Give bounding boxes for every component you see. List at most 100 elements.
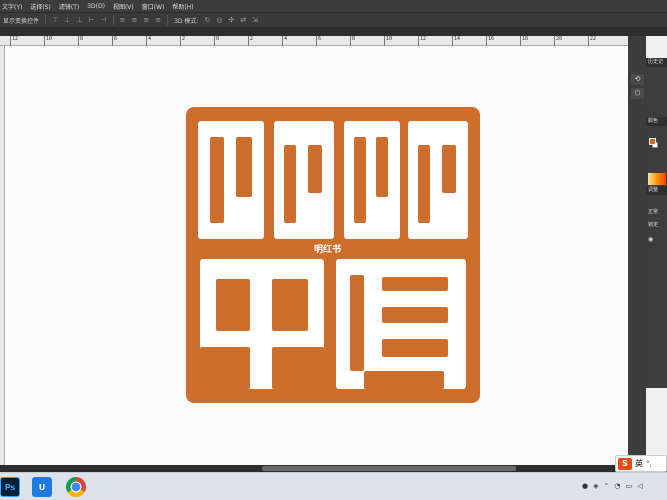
menu-bar: 文字(Y) 选择(S) 滤镜(T) 3D(D) 视图(V) 窗口(W) 帮助(H…: [0, 0, 667, 12]
menu-item-select[interactable]: 选择(S): [30, 2, 51, 11]
drag-3d-icon[interactable]: ✣: [228, 16, 234, 24]
show-transform-label[interactable]: 显示变换控件: [3, 16, 39, 25]
ruler-tick-label: 12: [9, 36, 19, 46]
seal-artwork[interactable]: 明红书: [186, 107, 480, 403]
ruler-tick-label: 6: [315, 36, 322, 46]
document-tab-row: [0, 28, 667, 36]
ruler-tick-label: 20: [553, 36, 563, 46]
taskbar: Ps U: [0, 472, 667, 500]
ruler-tick-label: 22: [587, 36, 597, 46]
ime-punct-icon[interactable]: °,: [646, 460, 652, 468]
glyph-counter: [200, 347, 250, 389]
seal-center-text: 明红书: [314, 245, 342, 255]
glyph-counter: [418, 145, 430, 223]
glyph-counter: [350, 275, 364, 371]
network-icon[interactable]: ◔: [614, 482, 620, 490]
volume-icon[interactable]: ◁: [637, 482, 642, 490]
glyph-counter: [210, 137, 224, 223]
glyph-counter: [308, 145, 322, 193]
glyph-stroke: [408, 121, 468, 239]
scale-3d-icon[interactable]: ⇲: [252, 16, 258, 24]
user-icon[interactable]: ●: [582, 482, 588, 490]
lock-label: 锁定: [648, 222, 659, 228]
distribute-icon[interactable]: ≡: [120, 16, 126, 24]
eye-icon[interactable]: ◉: [648, 236, 653, 243]
menu-item-view[interactable]: 视图(V): [113, 2, 134, 11]
foreground-swatch[interactable]: [649, 138, 656, 145]
ruler-tick-label: 12: [417, 36, 427, 46]
slide-3d-icon[interactable]: ⇄: [240, 16, 246, 24]
glyph-counter: [382, 339, 448, 357]
menu-item-help[interactable]: 帮助(H): [172, 2, 193, 11]
horizontal-ruler: 12 10 8 6 4 2 0 2 4 6 8 10 12 14 16 18 20 22: [0, 36, 628, 46]
separator: [45, 15, 47, 25]
sogou-icon[interactable]: S: [618, 457, 632, 470]
glyph-counter: [236, 137, 252, 197]
glyph-counter: [382, 307, 448, 323]
adjust-panel-header[interactable]: 调整: [646, 186, 667, 195]
menu-item-filter[interactable]: 滤镜(T): [59, 2, 79, 11]
glyph-stroke: [274, 121, 334, 239]
cube-panel-icon[interactable]: ⬡: [631, 88, 644, 99]
glyph-counter: [216, 279, 250, 331]
glyph-counter: [354, 137, 366, 223]
glyph-counter: [284, 145, 296, 223]
ruler-tick-label: 4: [145, 36, 152, 46]
align-middle-icon[interactable]: ⊥: [64, 16, 70, 24]
align-top-icon[interactable]: ⊤: [52, 16, 58, 24]
align-bottom-icon[interactable]: ⊥: [76, 16, 82, 24]
ruler-tick-label: 16: [485, 36, 495, 46]
ruler-tick-label: 6: [111, 36, 118, 46]
ruler-tick-label: 10: [43, 36, 53, 46]
ruler-tick-label: 14: [451, 36, 461, 46]
chrome-icon[interactable]: [66, 477, 86, 497]
chevron-up-icon[interactable]: ⌃: [604, 482, 610, 490]
ruler-tick-label: 8: [77, 36, 84, 46]
history-list: [646, 67, 667, 117]
history-panel-icon[interactable]: ⟲: [631, 74, 644, 85]
distribute-icon[interactable]: ≡: [131, 16, 137, 24]
glyph-stroke: [344, 121, 400, 239]
ruler-tick-label: 2: [247, 36, 254, 46]
ruler-tick-label: 2: [179, 36, 186, 46]
blend-mode-select[interactable]: 正常: [648, 208, 658, 215]
ruler-tick-label: 4: [281, 36, 288, 46]
ruler-tick-label: 18: [519, 36, 529, 46]
color-panel-header[interactable]: 颜色: [646, 117, 667, 126]
ruler-tick-label: 8: [349, 36, 356, 46]
ime-toolbar[interactable]: S 英 °,: [615, 455, 667, 472]
glyph-counter: [364, 371, 444, 389]
panel-dock-strip: [628, 36, 646, 465]
photoshop-icon[interactable]: Ps: [0, 477, 20, 497]
glyph-counter: [442, 145, 456, 193]
align-left-icon[interactable]: ⊢: [88, 16, 94, 24]
glyph-stroke: [198, 121, 264, 239]
right-panel: 历史记 颜色 调整 正常 锁定 ◉: [646, 58, 667, 388]
mode-3d-label: 3D 模式:: [174, 17, 199, 25]
glyph-counter: [272, 347, 324, 389]
history-panel-header[interactable]: 历史记: [646, 58, 667, 67]
security-app-icon[interactable]: U: [32, 477, 52, 497]
distribute-icon[interactable]: ≡: [143, 16, 149, 24]
roll-3d-icon[interactable]: ◎: [216, 16, 222, 24]
scrollbar-thumb[interactable]: [262, 466, 516, 471]
ime-lang[interactable]: 英: [635, 458, 643, 469]
glyph-counter: [272, 279, 308, 331]
separator: [112, 15, 114, 25]
monitor-icon[interactable]: ▭: [625, 482, 632, 490]
horizontal-scrollbar[interactable]: [0, 465, 667, 472]
options-bar: 显示变换控件 ⊤ ⊥ ⊥ ⊢ ⊣ ≡ ≡ ≡ ≡ 3D 模式: ↻ ◎ ✣ ⇄ …: [0, 12, 667, 28]
color-spectrum[interactable]: [648, 173, 666, 185]
glyph-counter: [382, 277, 448, 291]
ruler-tick-label: 10: [383, 36, 393, 46]
shield-tray-icon[interactable]: ◈: [593, 482, 598, 490]
system-tray: ● ◈ ⌃ ◔ ▭ ◁: [582, 482, 643, 490]
align-center-icon[interactable]: ⊣: [100, 16, 106, 24]
ruler-tick-label: 0: [213, 36, 220, 46]
distribute-icon[interactable]: ≡: [155, 16, 161, 24]
menu-item-window[interactable]: 窗口(W): [142, 2, 165, 11]
separator: [167, 15, 169, 25]
rotate-3d-icon[interactable]: ↻: [204, 16, 210, 24]
menu-item-text[interactable]: 文字(Y): [2, 2, 22, 11]
menu-item-3d[interactable]: 3D(D): [87, 3, 105, 10]
